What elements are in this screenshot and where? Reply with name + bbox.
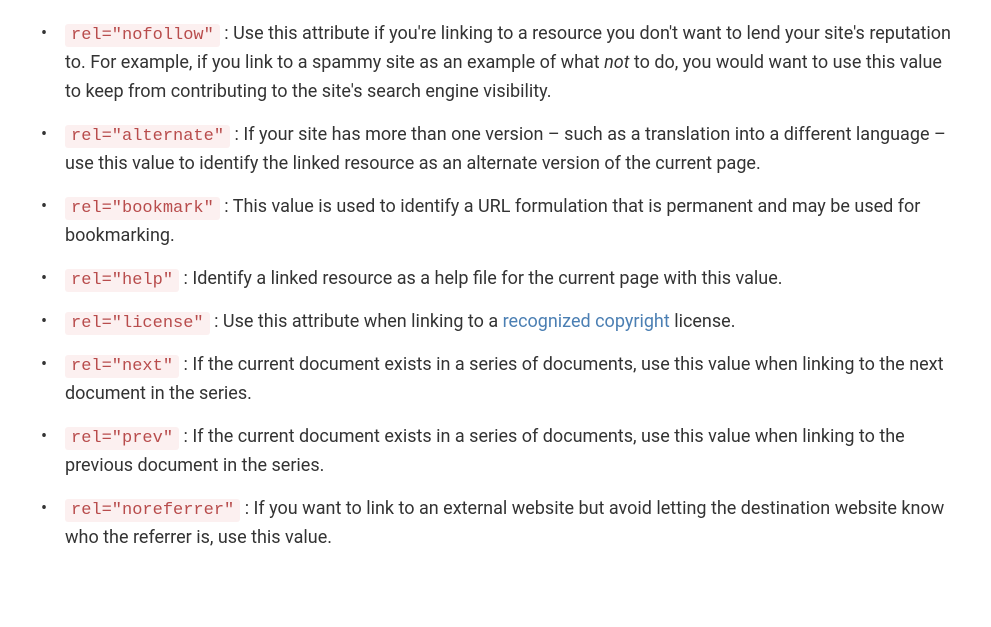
list-item: rel="alternate" : If your site has more … <box>35 121 956 179</box>
code-rel-help: rel="help" <box>65 269 179 292</box>
rel-attribute-list: rel="nofollow" : Use this attribute if y… <box>35 20 956 553</box>
list-item: rel="prev" : If the current document exi… <box>35 423 956 481</box>
desc-text: : If the current document exists in a se… <box>65 354 944 404</box>
desc-text: : If the current document exists in a se… <box>65 426 905 476</box>
list-item: rel="next" : If the current document exi… <box>35 351 956 409</box>
code-rel-next: rel="next" <box>65 355 179 378</box>
code-rel-nofollow: rel="nofollow" <box>65 24 220 47</box>
emphasis-text: not <box>604 52 629 73</box>
code-rel-noreferrer: rel="noreferrer" <box>65 499 240 522</box>
desc-text: : Use this attribute when linking to a <box>210 311 503 332</box>
code-rel-bookmark: rel="bookmark" <box>65 197 220 220</box>
code-rel-license: rel="license" <box>65 312 210 335</box>
code-rel-prev: rel="prev" <box>65 427 179 450</box>
list-item: rel="license" : Use this attribute when … <box>35 308 956 337</box>
code-rel-alternate: rel="alternate" <box>65 125 230 148</box>
link-recognized-copyright[interactable]: recognized copyright <box>503 311 670 332</box>
desc-text: license. <box>670 311 736 332</box>
list-item: rel="help" : Identify a linked resource … <box>35 265 956 294</box>
list-item: rel="nofollow" : Use this attribute if y… <box>35 20 956 107</box>
list-item: rel="noreferrer" : If you want to link t… <box>35 495 956 553</box>
list-item: rel="bookmark" : This value is used to i… <box>35 193 956 251</box>
desc-text: : Identify a linked resource as a help f… <box>179 268 782 289</box>
